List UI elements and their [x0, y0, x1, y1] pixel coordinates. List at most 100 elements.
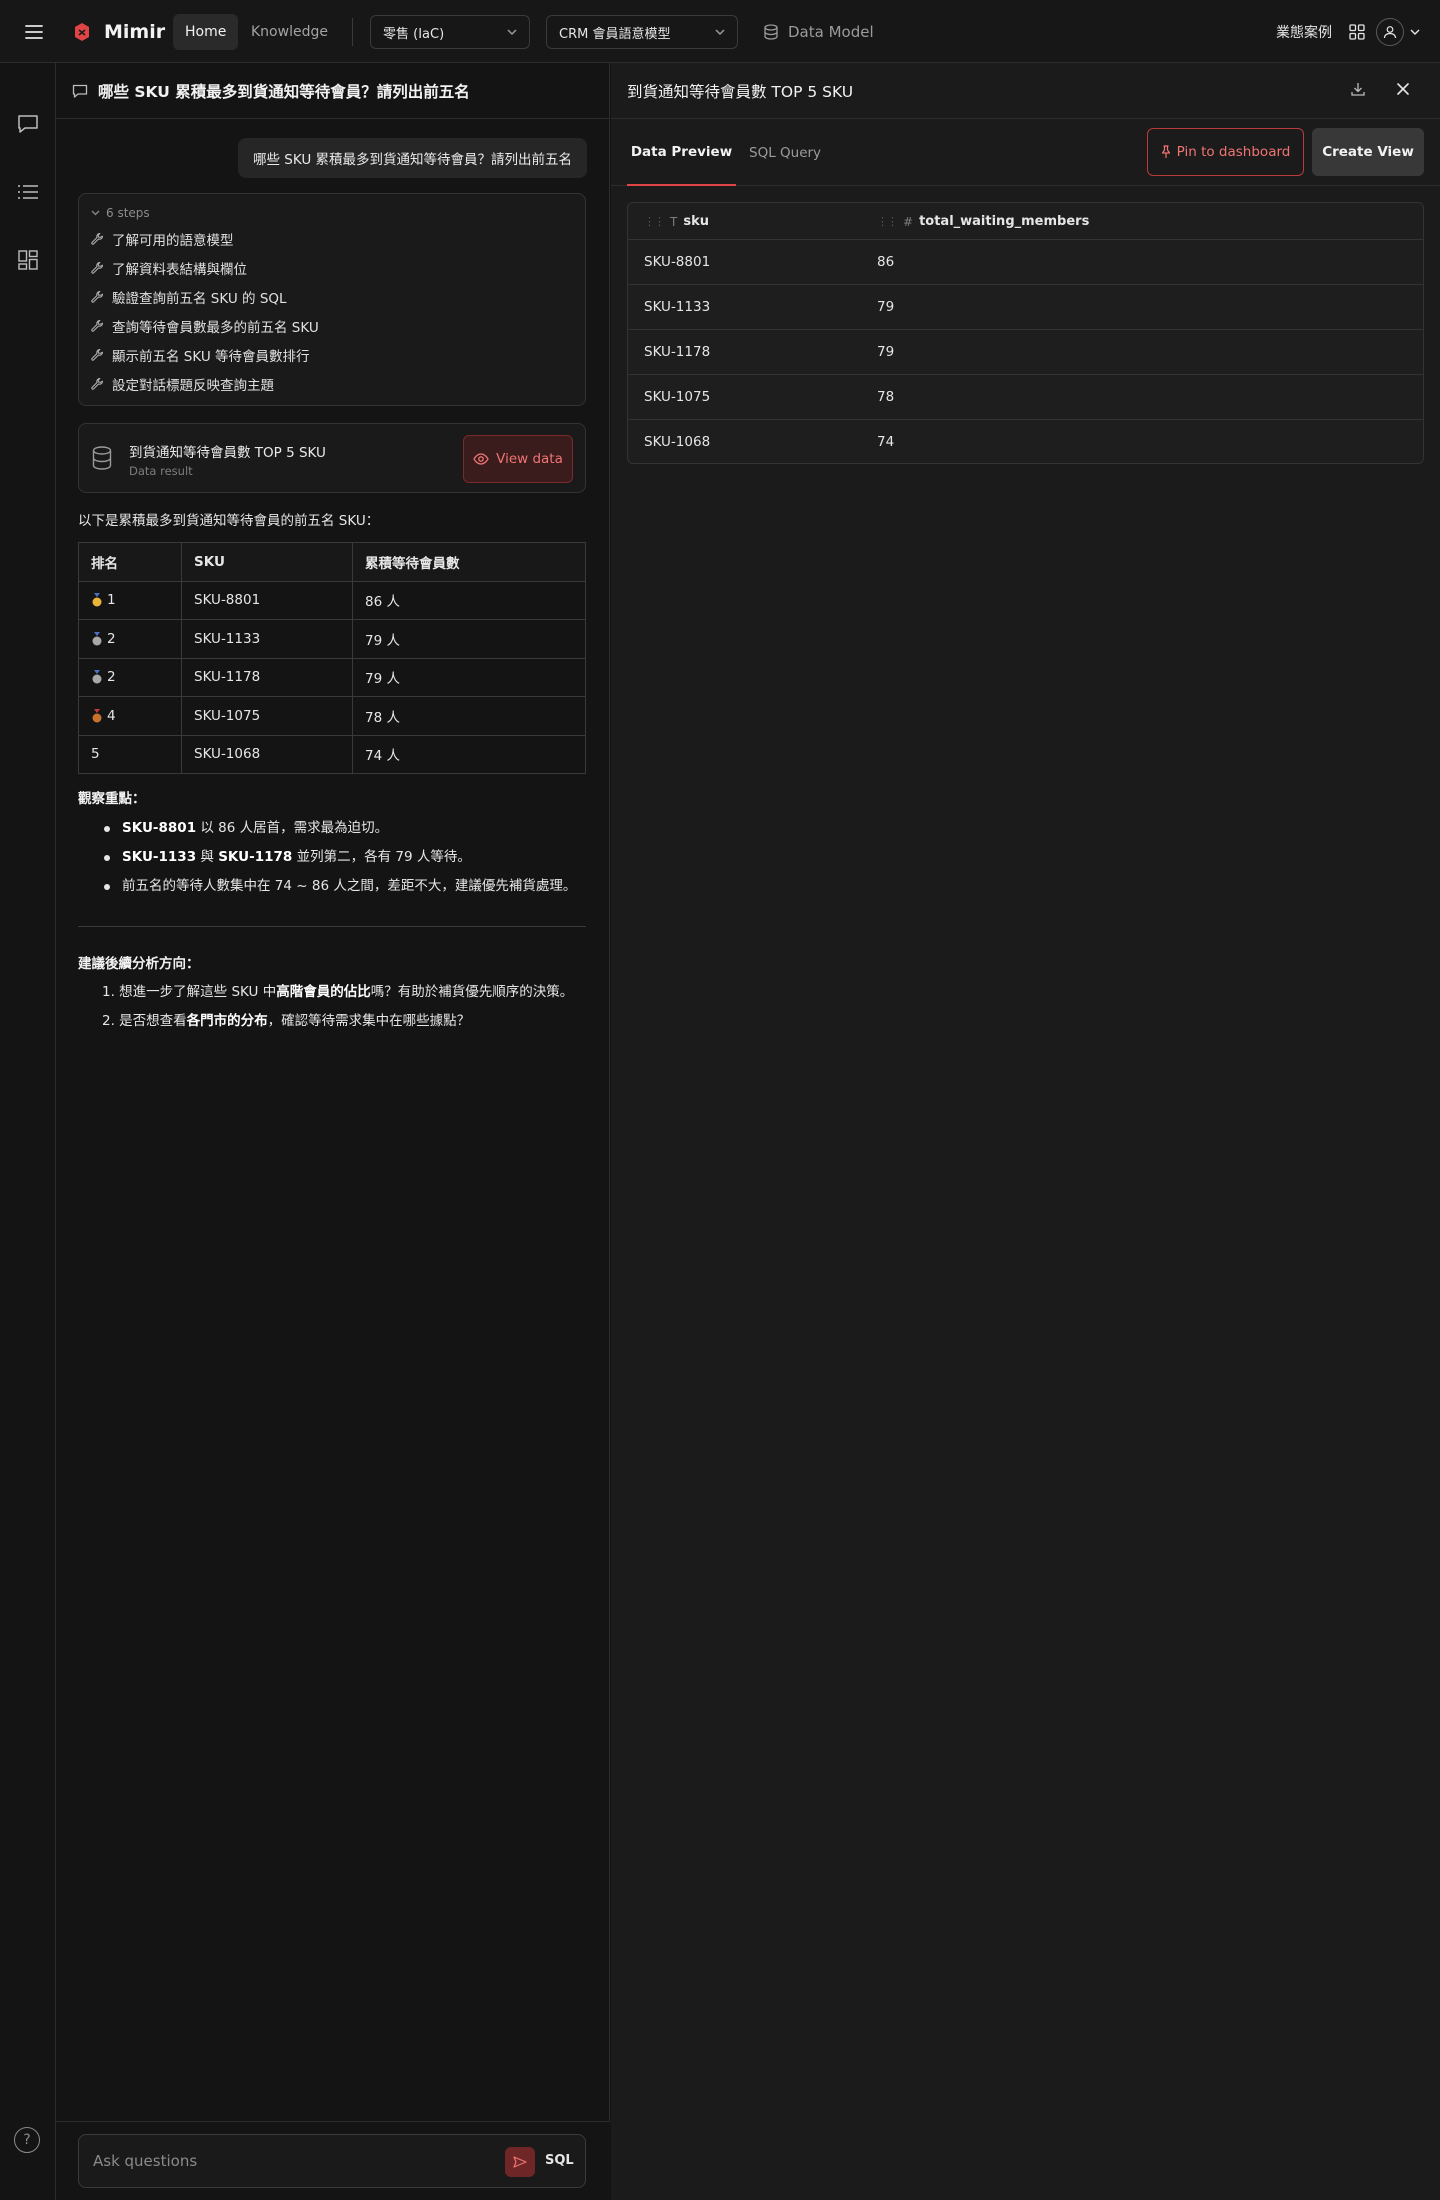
dashboard-icon[interactable]: [11, 243, 45, 277]
list-item: 2. 是否想查看各門市的分布，確認等待需求集中在哪些據點？: [78, 1007, 618, 1036]
data-panel: 到貨通知等待會員數 TOP 5 SKU Data Preview SQL Que…: [611, 63, 1440, 2200]
pin-icon: [1161, 145, 1171, 159]
count-cell: 74 人: [352, 734, 586, 774]
download-icon[interactable]: [1350, 81, 1366, 97]
database-icon: [92, 446, 112, 470]
view-data-label: View data: [496, 451, 563, 467]
drag-handle-icon[interactable]: ⋮⋮: [644, 215, 665, 228]
text-type-icon: T: [670, 214, 678, 229]
sku-cell: SKU-1178: [181, 657, 353, 697]
nav-knowledge[interactable]: Knowledge: [239, 14, 340, 50]
send-button[interactable]: [505, 2147, 535, 2177]
model-select-value: CRM 會員語意模型: [559, 26, 671, 42]
top-bar: Mimir Home Knowledge 零售 (IaC) CRM 會員語意模型…: [0, 0, 1440, 63]
wrench-icon: [91, 290, 104, 304]
step-item: 了解可用的語意模型: [91, 227, 234, 251]
total-cell: 74: [877, 434, 895, 450]
use-case-link[interactable]: 業態案例: [1276, 16, 1332, 48]
rank-cell: 2: [78, 619, 182, 659]
steps-toggle[interactable]: 6 steps: [91, 206, 150, 220]
silver-medal-icon: [91, 670, 103, 684]
total-cell: 79: [877, 299, 895, 315]
rank-cell: 5: [78, 734, 182, 774]
step-item: 了解資料表結構與欄位: [91, 256, 247, 280]
chat-panel: 哪些 SKU 累積最多到貨通知等待會員？請列出前五名 哪些 SKU 累積最多到貨…: [56, 63, 610, 2200]
bold-text: SKU-1178: [218, 849, 293, 865]
steps-panel: 6 steps 了解可用的語意模型 了解資料表結構與欄位 驗證查詢前五名 SKU…: [78, 193, 586, 406]
table-row: 5 SKU-1068 74 人: [78, 734, 586, 774]
sku-cell: SKU-1068: [181, 734, 353, 774]
text: 2. 是否想查看: [102, 1013, 187, 1029]
project-select[interactable]: 零售 (IaC): [370, 15, 530, 49]
step-label: 設定對話標題反映查詢主題: [112, 378, 274, 394]
grid-apps-icon[interactable]: [1345, 20, 1369, 44]
sku-cell: SKU-1178: [644, 344, 711, 360]
next-steps-title: 建議後續分析方向：: [78, 956, 200, 972]
step-label: 了解資料表結構與欄位: [112, 262, 247, 278]
eye-icon: [473, 453, 489, 465]
result-subtitle: Data result: [129, 464, 193, 478]
column-name: total_waiting_members: [919, 214, 1090, 229]
chat-bubble-icon: [72, 84, 88, 98]
table-header: 累積等待會員數: [352, 542, 586, 582]
observations-title: 觀察重點：: [78, 791, 146, 807]
bold-text: SKU-1133: [122, 849, 197, 865]
rank-cell: 4: [78, 696, 182, 736]
wrench-icon: [91, 232, 104, 246]
step-label: 驗證查詢前五名 SKU 的 SQL: [112, 291, 287, 307]
list-icon[interactable]: [11, 175, 45, 209]
silver-medal-icon: [91, 631, 103, 646]
wrench-icon: [91, 348, 104, 362]
list-item: 前五名的等待人數集中在 74 ~ 86 人之間，差距不大，建議優先補貨處理。: [78, 872, 618, 901]
sql-mode-label[interactable]: SQL: [545, 2153, 574, 2168]
list-item: SKU-8801 以 86 人居首，需求最為迫切。: [78, 814, 618, 843]
pin-to-dashboard-button[interactable]: Pin to dashboard: [1147, 128, 1304, 176]
database-icon: [764, 24, 778, 40]
step-item: 驗證查詢前五名 SKU 的 SQL: [91, 285, 287, 309]
sku-cell: SKU-1133: [181, 619, 353, 659]
drag-handle-icon[interactable]: ⋮⋮: [877, 215, 898, 228]
wrench-icon: [91, 319, 104, 333]
sku-cell: SKU-1075: [644, 389, 711, 405]
text: 前五名的等待人數集中在 74 ~ 86 人之間，差距不大，建議優先補貨處理。: [122, 878, 577, 894]
ranking-table: 排名 SKU 累積等待會員數 1 SKU-8801 86 人 2 SKU-113…: [78, 542, 586, 774]
menu-icon[interactable]: [22, 20, 46, 44]
text: 並列第二，各有 79 人等待。: [292, 849, 471, 865]
tab-data-preview[interactable]: Data Preview: [627, 119, 736, 186]
rank-value: 2: [107, 630, 116, 647]
total-cell: 78: [877, 389, 895, 405]
data-model-link[interactable]: Data Model: [764, 16, 874, 48]
column-header-sku[interactable]: ⋮⋮ T sku: [644, 203, 709, 240]
help-icon[interactable]: ?: [14, 2127, 40, 2153]
model-select[interactable]: CRM 會員語意模型: [546, 15, 738, 49]
chat-footer: SQL: [56, 2121, 610, 2200]
tab-sql-query[interactable]: SQL Query: [749, 119, 821, 186]
column-header-total[interactable]: ⋮⋮ # total_waiting_members: [877, 203, 1089, 240]
close-icon[interactable]: [1396, 82, 1410, 96]
chevron-down-icon: [1410, 29, 1420, 35]
text: 以 86 人居首，需求最為迫切。: [196, 820, 389, 836]
bold-text: 高階會員的佔比: [276, 984, 371, 1000]
view-data-button[interactable]: View data: [463, 435, 573, 483]
text: 與: [196, 849, 219, 865]
rank-cell: 1: [78, 580, 182, 620]
mimir-logo: [72, 20, 92, 44]
data-panel-title: 到貨通知等待會員數 TOP 5 SKU: [627, 82, 854, 101]
divider: [352, 18, 353, 46]
table-row: SKU-1178 79: [628, 330, 1423, 375]
wrench-icon: [91, 261, 104, 275]
user-menu[interactable]: [1376, 17, 1420, 47]
count-cell: 79 人: [352, 619, 586, 659]
table-header: 排名: [78, 542, 182, 582]
ask-input[interactable]: [91, 2135, 471, 2187]
create-view-button[interactable]: Create View: [1312, 128, 1424, 176]
chat-bubble-icon[interactable]: [11, 107, 45, 141]
data-panel-header: 到貨通知等待會員數 TOP 5 SKU: [611, 63, 1440, 119]
nav-home[interactable]: Home: [173, 14, 239, 50]
table-row: SKU-1133 79: [628, 285, 1423, 330]
chevron-down-icon: [507, 29, 517, 35]
table-row: 4 SKU-1075 78 人: [78, 696, 586, 736]
sku-cell: SKU-8801: [644, 254, 711, 270]
side-rail: [0, 63, 56, 2200]
rank-cell: 2: [78, 657, 182, 697]
